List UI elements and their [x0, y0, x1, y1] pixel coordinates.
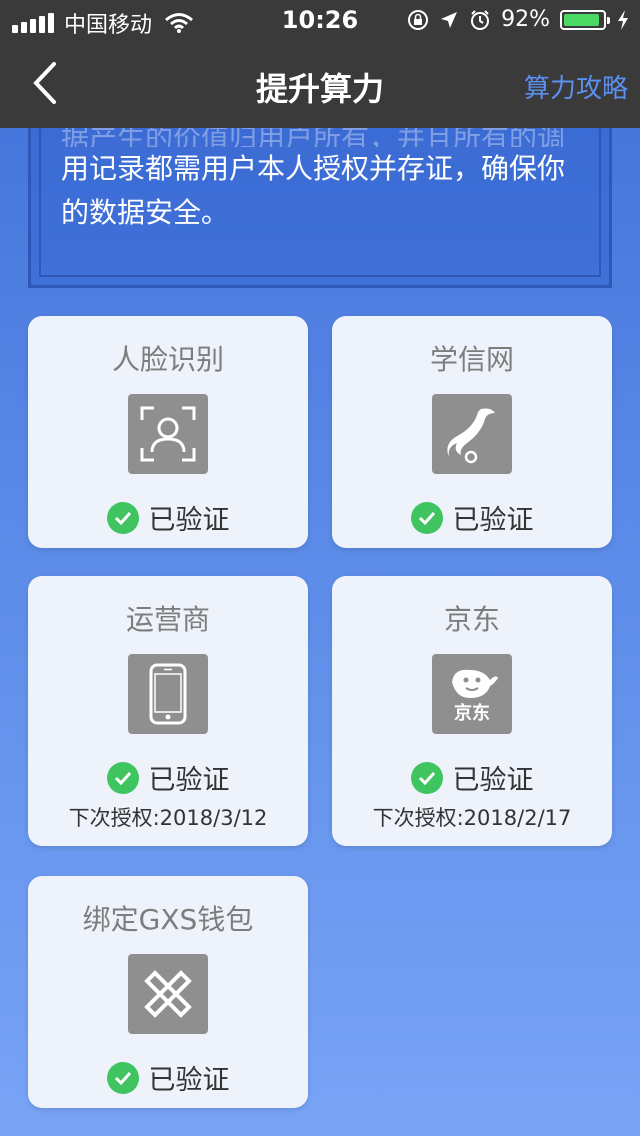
verified-label: 已验证	[452, 505, 534, 536]
next-authorization-date: 下次授权:2018/3/12	[68, 806, 268, 830]
phone-icon	[128, 654, 208, 734]
status-bar: 中国移动 10:26 92%	[0, 0, 640, 40]
check-icon	[410, 501, 443, 534]
verified-status: 已验证	[332, 498, 612, 537]
next-authorization-date: 下次授权:2018/2/17	[372, 806, 572, 830]
info-line-2: 用记录都需用户本人授权并存证，确保你	[61, 152, 566, 185]
info-line-3: 的数据安全。	[61, 196, 230, 229]
orientation-lock-icon	[408, 9, 429, 30]
jd-logo-icon: 京东	[432, 654, 512, 734]
navigation-bar: 提升算力 算力攻略	[0, 40, 640, 128]
verified-label: 已验证	[148, 765, 230, 796]
xuexin-bird-icon	[432, 394, 512, 474]
card-title: 运营商	[125, 603, 210, 636]
card-title: 学信网	[429, 343, 514, 376]
face-scan-icon	[128, 394, 208, 474]
card-gxs-wallet[interactable]: 绑定GXS钱包 已验证	[28, 876, 308, 1108]
check-icon	[106, 761, 139, 794]
charging-bolt-icon	[618, 9, 628, 30]
card-title: 人脸识别	[111, 343, 224, 376]
verified-label: 已验证	[452, 765, 534, 796]
card-xuexin[interactable]: 学信网 已验证	[332, 316, 612, 548]
card-jd[interactable]: 京东 京东 已验证 下次授权:2018/2/17	[332, 576, 612, 846]
card-face-recognition[interactable]: 人脸识别 已验证	[28, 316, 308, 548]
verified-label: 已验证	[148, 1065, 230, 1096]
info-text: 据产生的价值归用户所有，并且所有的调 用记录都需用户本人授权并存证，确保你 的数…	[61, 117, 579, 235]
verified-label: 已验证	[148, 505, 230, 536]
privacy-info-box: 据产生的价值归用户所有，并且所有的调 用记录都需用户本人授权并存证，确保你 的数…	[28, 100, 612, 288]
location-arrow-icon	[441, 11, 458, 28]
card-title: 绑定GXS钱包	[82, 903, 254, 936]
check-icon	[106, 501, 139, 534]
verified-status: 已验证	[28, 1058, 308, 1097]
top-bar: 中国移动 10:26 92% 提升算力 算力攻略	[0, 0, 640, 128]
card-title: 京东	[443, 603, 500, 636]
battery-icon	[560, 9, 610, 30]
alarm-icon	[471, 9, 490, 30]
verified-status: 已验证	[332, 758, 612, 797]
check-icon	[410, 761, 443, 794]
verified-status: 已验证	[28, 498, 308, 537]
gxs-wallet-icon	[128, 954, 208, 1034]
card-carrier[interactable]: 运营商 已验证 下次授权:2018/3/12	[28, 576, 308, 846]
jd-logo-text: 京东	[454, 703, 490, 724]
battery-percent: 92%	[501, 7, 550, 32]
verified-status: 已验证	[28, 758, 308, 797]
strategy-link[interactable]: 算力攻略	[524, 68, 628, 105]
status-right-group: 92%	[407, 7, 630, 32]
check-icon	[106, 1061, 139, 1094]
